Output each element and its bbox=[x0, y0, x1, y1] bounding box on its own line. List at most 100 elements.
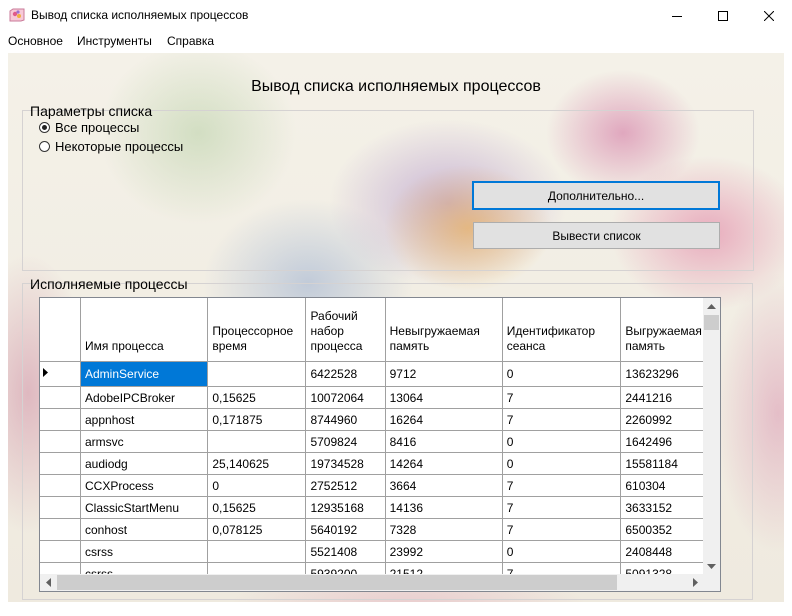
minimize-icon bbox=[672, 15, 682, 17]
table-cell[interactable]: 0 bbox=[502, 430, 622, 453]
current-row-icon bbox=[43, 368, 48, 377]
table-cell[interactable]: 0,078125 bbox=[207, 518, 307, 541]
row-header[interactable] bbox=[40, 386, 81, 409]
table-cell[interactable]: conhost bbox=[80, 518, 209, 541]
table-cell[interactable]: appnhost bbox=[80, 408, 209, 431]
maximize-icon bbox=[718, 10, 728, 21]
table-cell[interactable]: 5709824 bbox=[305, 430, 386, 453]
table-cell[interactable]: 2752512 bbox=[305, 474, 386, 497]
table-row[interactable]: AdminService 6422528 9712 0 13623296 bbox=[40, 361, 720, 387]
radio-unchecked-icon bbox=[39, 141, 50, 152]
processes-table: Имя процесса Процессорное время Рабочий на… bbox=[40, 298, 720, 585]
table-cell[interactable]: 13064 bbox=[385, 386, 503, 409]
table-cell[interactable]: 7 bbox=[502, 518, 622, 541]
column-header[interactable]: Процессорное время bbox=[207, 298, 307, 362]
row-header[interactable] bbox=[40, 518, 81, 541]
row-header[interactable] bbox=[40, 430, 81, 453]
table-cell[interactable]: ClassicStartMenu bbox=[80, 496, 209, 519]
table-cell[interactable]: CCXProcess bbox=[80, 474, 209, 497]
table-cell[interactable]: 14136 bbox=[385, 496, 503, 519]
table-row[interactable]: ClassicStartMenu 0,15625 12935168 14136 7 363… bbox=[40, 496, 720, 519]
table-cell[interactable]: 8744960 bbox=[305, 408, 386, 431]
vertical-scrollbar[interactable] bbox=[703, 298, 720, 575]
show-list-button[interactable]: Вывести список bbox=[473, 222, 720, 249]
table-cell[interactable]: 7 bbox=[502, 408, 622, 431]
table-cell[interactable]: 0,15625 bbox=[207, 496, 307, 519]
row-header[interactable] bbox=[40, 408, 81, 431]
more-options-button[interactable]: Дополнительно... bbox=[472, 181, 720, 210]
table-cell[interactable]: 0 bbox=[502, 540, 622, 563]
table-cell[interactable]: AdobeIPCBroker bbox=[80, 386, 209, 409]
table-cell[interactable]: 3664 bbox=[385, 474, 503, 497]
radio-some-processes[interactable]: Некоторые процессы bbox=[39, 139, 183, 154]
menu-item-help[interactable]: Справка bbox=[167, 34, 214, 48]
row-header[interactable] bbox=[40, 361, 81, 387]
table-cell[interactable] bbox=[207, 361, 307, 387]
title-bar[interactable]: Вывод списка исполняемых процессов bbox=[0, 0, 792, 31]
params-group-legend: Параметры списка bbox=[30, 103, 153, 119]
scroll-up-icon[interactable] bbox=[707, 303, 716, 309]
scroll-down-icon[interactable] bbox=[707, 564, 716, 570]
table-cell[interactable]: csrss bbox=[80, 540, 209, 563]
scroll-left-icon[interactable] bbox=[45, 578, 51, 587]
menu-item-tools[interactable]: Инструменты bbox=[77, 34, 152, 48]
table-cell[interactable]: 14264 bbox=[385, 452, 503, 475]
close-button[interactable] bbox=[746, 0, 792, 31]
table-cell[interactable]: 7 bbox=[502, 386, 622, 409]
table-cell[interactable]: 0,15625 bbox=[207, 386, 307, 409]
maximize-button[interactable] bbox=[700, 0, 746, 31]
table-row[interactable]: AdobeIPCBroker 0,15625 10072064 13064 7 24412… bbox=[40, 386, 720, 409]
table-cell[interactable]: 7 bbox=[502, 496, 622, 519]
table-cell[interactable]: 6422528 bbox=[305, 361, 386, 387]
scroll-right-icon[interactable] bbox=[693, 578, 699, 587]
row-header[interactable] bbox=[40, 496, 81, 519]
minimize-button[interactable] bbox=[654, 0, 700, 31]
table-row[interactable]: appnhost 0,171875 8744960 16264 7 2260992 bbox=[40, 408, 720, 431]
radio-checked-icon bbox=[39, 122, 50, 133]
table-cell[interactable]: 12935168 bbox=[305, 496, 386, 519]
table-cell[interactable]: 0 bbox=[502, 361, 622, 387]
grid-corner-header[interactable] bbox=[40, 298, 81, 362]
table-row[interactable]: CCXProcess 0 2752512 3664 7 610304 bbox=[40, 474, 720, 497]
table-cell[interactable]: 7328 bbox=[385, 518, 503, 541]
table-row[interactable]: csrss 5521408 23992 0 2408448 bbox=[40, 540, 720, 563]
table-cell[interactable]: AdminService bbox=[80, 361, 209, 387]
table-cell[interactable]: 8416 bbox=[385, 430, 503, 453]
flowers-app-icon bbox=[9, 8, 25, 22]
table-row[interactable]: audiodg 25,140625 19734528 14264 0 15581184 bbox=[40, 452, 720, 475]
column-header[interactable]: Идентификатор сеанса bbox=[502, 298, 622, 362]
table-cell[interactable]: 0 bbox=[502, 452, 622, 475]
radio-all-processes[interactable]: Все процессы bbox=[39, 120, 139, 135]
table-row[interactable]: armsvc 5709824 8416 0 1642496 bbox=[40, 430, 720, 453]
table-cell[interactable]: 7 bbox=[502, 474, 622, 497]
row-header[interactable] bbox=[40, 540, 81, 563]
page-title: Вывод списка исполняемых процессов bbox=[251, 78, 541, 95]
table-cell[interactable]: armsvc bbox=[80, 430, 209, 453]
table-cell[interactable] bbox=[207, 430, 307, 453]
column-header[interactable]: Рабочий набор процесса bbox=[305, 298, 386, 362]
menu-bar: Основное Инструменты Справка bbox=[0, 31, 792, 52]
table-cell[interactable]: 0,171875 bbox=[207, 408, 307, 431]
table-cell[interactable]: 10072064 bbox=[305, 386, 386, 409]
table-cell[interactable]: 16264 bbox=[385, 408, 503, 431]
horizontal-scroll-thumb[interactable] bbox=[57, 575, 617, 590]
table-cell[interactable]: 25,140625 bbox=[207, 452, 307, 475]
row-header[interactable] bbox=[40, 452, 81, 475]
column-header[interactable]: Невыгружаемая память bbox=[385, 298, 503, 362]
table-cell[interactable]: 9712 bbox=[385, 361, 503, 387]
table-row[interactable]: conhost 0,078125 5640192 7328 7 6500352 bbox=[40, 518, 720, 541]
column-header[interactable]: Имя процесса bbox=[80, 298, 209, 362]
table-cell[interactable]: 0 bbox=[207, 474, 307, 497]
scrollbar-corner bbox=[703, 574, 720, 591]
table-cell[interactable]: 5521408 bbox=[305, 540, 386, 563]
vertical-scroll-thumb[interactable] bbox=[704, 315, 719, 330]
horizontal-scrollbar[interactable] bbox=[40, 574, 704, 591]
table-cell[interactable]: 19734528 bbox=[305, 452, 386, 475]
processes-grid[interactable]: Имя процесса Процессорное время Рабочий на… bbox=[39, 297, 721, 592]
menu-item-main[interactable]: Основное bbox=[8, 34, 63, 48]
table-cell[interactable] bbox=[207, 540, 307, 563]
table-cell[interactable]: audiodg bbox=[80, 452, 209, 475]
row-header[interactable] bbox=[40, 474, 81, 497]
table-cell[interactable]: 23992 bbox=[385, 540, 503, 563]
table-cell[interactable]: 5640192 bbox=[305, 518, 386, 541]
